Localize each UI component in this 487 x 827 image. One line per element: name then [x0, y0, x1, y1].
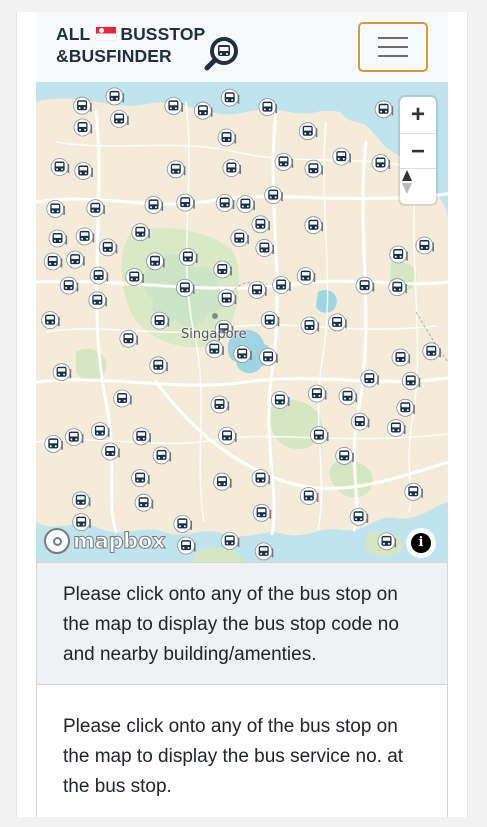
zoom-out-button[interactable]: −: [400, 133, 436, 169]
compass-button[interactable]: [400, 168, 436, 204]
zoom-in-button[interactable]: +: [400, 97, 436, 133]
mapbox-logo-icon: [44, 528, 70, 554]
navbar: ALL BUSSTOP &BUSFINDER: [36, 12, 448, 82]
bus-service-info-text: Please click onto any of the bus stop on…: [63, 716, 404, 797]
compass-icon: [402, 170, 412, 194]
map-canvas[interactable]: [36, 82, 448, 562]
brand-line-1: ALL BUSSTOP: [56, 23, 205, 45]
navbar-toggle-button[interactable]: [358, 22, 428, 72]
bus-stop-info-panel: Please click onto any of the bus stop on…: [36, 562, 448, 685]
brand-text-busstop: BUSSTOP: [120, 24, 206, 44]
singapore-flag-icon: [95, 26, 118, 41]
bus-stop-map[interactable]: + − mapbox i Singapore: [36, 82, 448, 562]
bus-stop-info-text: Please click onto any of the bus stop on…: [63, 584, 399, 665]
mapbox-logo[interactable]: mapbox: [44, 528, 166, 554]
brand-text-all: ALL: [56, 24, 91, 44]
bus-search-icon: [204, 37, 238, 71]
info-icon: i: [411, 533, 431, 553]
attribution-info-button[interactable]: i: [406, 528, 436, 558]
brand[interactable]: ALL BUSSTOP &BUSFINDER: [56, 23, 205, 67]
brand-line-2: &BUSFINDER: [56, 46, 172, 66]
map-navigation-controls: + −: [400, 97, 436, 204]
bus-service-info-panel: Please click onto any of the bus stop on…: [36, 684, 448, 817]
mapbox-wordmark: mapbox: [72, 529, 166, 554]
